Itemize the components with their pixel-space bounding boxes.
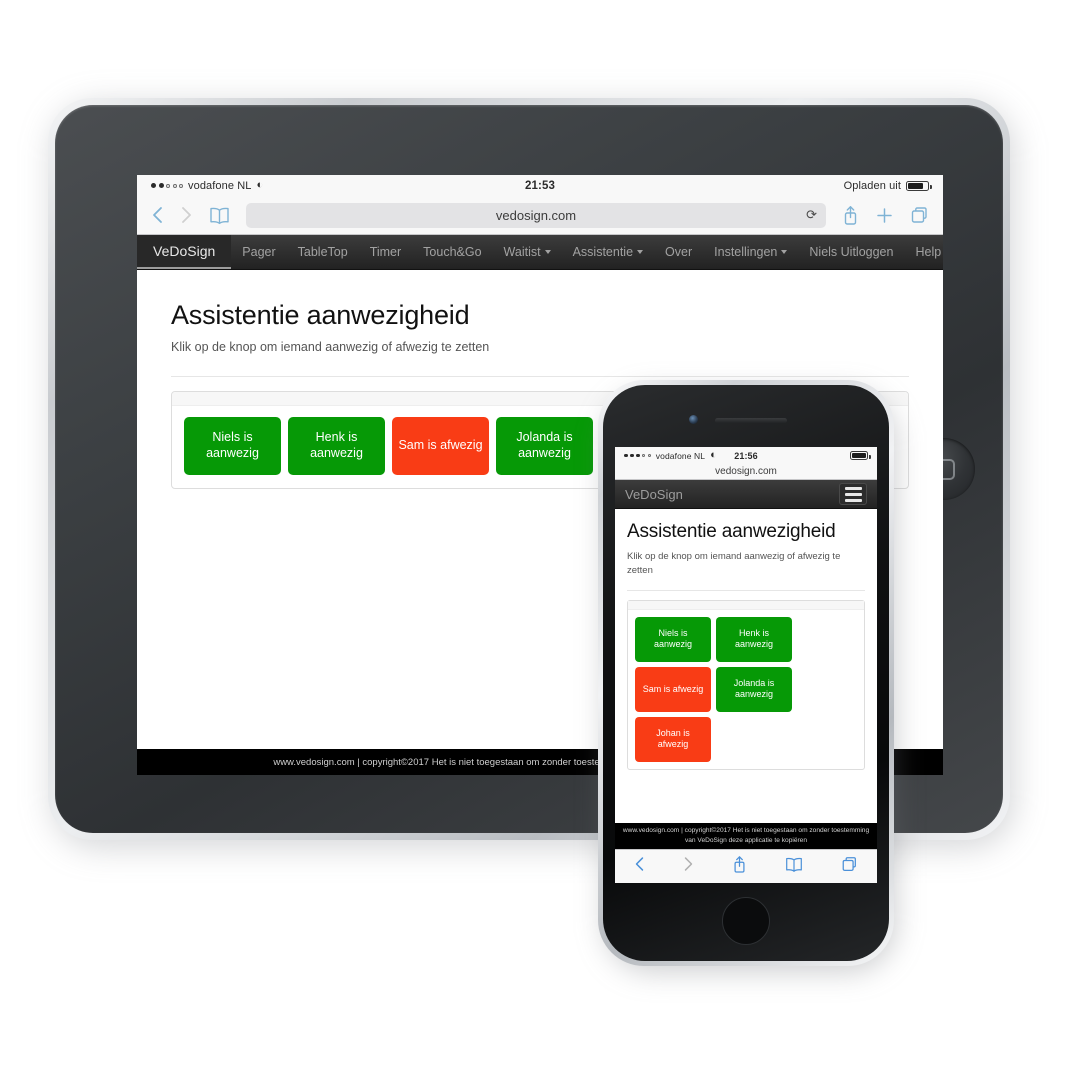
navbar-item-assistentie[interactable]: Assistentie (562, 235, 654, 269)
navbar-item-label: Waitist (503, 245, 541, 259)
share-icon[interactable] (842, 205, 859, 226)
navbar-item-niels-uitloggen[interactable]: Niels Uitloggen (798, 235, 904, 269)
battery-icon (850, 451, 871, 460)
navbar-brand[interactable]: VeDoSign (625, 487, 683, 502)
signal-dots-icon (624, 453, 651, 458)
navbar-item-help[interactable]: Help (904, 235, 943, 269)
forward-icon[interactable] (180, 205, 193, 225)
share-icon[interactable] (732, 855, 747, 879)
front-camera-icon (689, 415, 698, 424)
forward-icon[interactable] (683, 855, 694, 878)
wifi-icon: ◐ (710, 449, 717, 461)
status-right: Opladen uit (555, 179, 932, 192)
navbar-item-tabletop[interactable]: TableTop (287, 235, 359, 269)
navbar-item-label: Over (665, 245, 693, 259)
hamburger-icon[interactable] (839, 483, 867, 505)
presence-button-henk[interactable]: Henk is aanwezig (716, 616, 792, 662)
navbar-item-waitist[interactable]: Waitist (493, 235, 562, 269)
page-title: Assistentie aanwezigheid (171, 300, 470, 330)
navbar-item-label: Instellingen (714, 245, 778, 259)
safari-toolbar: vedosign.com ⟳ (137, 196, 943, 235)
presence-button-johan[interactable]: Johan is afwezig (635, 716, 711, 762)
navbar-item-label: TableTop (297, 245, 348, 259)
presence-button-sam[interactable]: Sam is afwezig (635, 666, 711, 712)
tablet-status-bar: vodafone NL ◐ 21:53 Opladen uit (137, 175, 943, 196)
wifi-icon: ◐ (256, 179, 264, 191)
presence-button-henk[interactable]: Henk is aanwezig (288, 417, 385, 475)
status-left: vodafone NL ◐ (151, 180, 525, 192)
phone-screen: vodafone NL ◐ 21:56 vedosign.com VeDoSig… (615, 447, 877, 883)
presence-button-sam[interactable]: Sam is afwezig (392, 417, 489, 475)
panel-header (628, 600, 864, 610)
navbar-brand[interactable]: VeDoSign (137, 235, 232, 269)
battery-icon (906, 180, 932, 191)
navbar-item-label: Help (915, 245, 942, 259)
bookmarks-icon[interactable] (785, 856, 803, 878)
phone-app-navbar: VeDoSign (615, 480, 877, 509)
chevron-down-icon (637, 250, 644, 254)
chevron-down-icon (544, 250, 551, 254)
phone-status-bar: vodafone NL ◐ 21:56 (615, 447, 877, 464)
url-bar[interactable]: vedosign.com ⟳ (246, 202, 826, 228)
navbar-item-label: Assistentie (572, 245, 634, 259)
navbar-item-instellingen[interactable]: Instellingen (703, 235, 798, 269)
phone-app-page: Assistentie aanwezigheid Klik op de knop… (615, 509, 877, 883)
navbar-item-label: Timer (369, 245, 402, 259)
navbar-item-label: Pager (242, 245, 276, 259)
presence-button-jolanda[interactable]: Jolanda is aanwezig (496, 417, 593, 475)
tabs-icon[interactable] (841, 856, 858, 878)
chevron-down-icon (781, 250, 788, 254)
phone-url-bar[interactable]: vedosign.com (615, 464, 877, 480)
carrier-label: vodafone NL (655, 450, 706, 461)
url-text: vedosign.com (495, 207, 577, 223)
back-icon[interactable] (634, 855, 645, 878)
app-navbar: VeDoSign Pager TableTop Timer Touch&Go Waiti… (137, 235, 943, 270)
page-lead: Klik op de knop om iemand aanwezig of af… (627, 551, 841, 577)
navbar-items: Pager TableTop Timer Touch&Go Waitist Assiste… (231, 235, 943, 269)
clock-label: 21:56 (734, 450, 758, 461)
navbar-item-pager[interactable]: Pager (231, 235, 286, 269)
navbar-item-touch-go[interactable]: Touch&Go (412, 235, 492, 269)
navbar-item-label: Niels Uitloggen (809, 245, 894, 259)
clock-label: 21:53 (525, 179, 555, 192)
bookmarks-icon[interactable] (209, 206, 230, 225)
page-divider (171, 376, 909, 377)
signal-dots-icon (151, 183, 183, 188)
page-footer: www.vedosign.com | copyright©2017 Het is… (615, 823, 877, 849)
url-text: vedosign.com (715, 466, 777, 477)
page-divider (627, 589, 865, 591)
back-icon[interactable] (151, 205, 164, 225)
phone-bezel: vodafone NL ◐ 21:56 vedosign.com VeDoSig… (603, 385, 889, 961)
battery-label: Opladen uit (843, 179, 902, 192)
presence-button-grid: Niels is aanwezig Henk is aanwezig Sam is … (628, 610, 864, 769)
phone-safari-toolbar (615, 849, 877, 883)
reload-icon[interactable]: ⟳ (806, 207, 817, 223)
presence-panel: Niels is aanwezig Henk is aanwezig Sam is … (627, 599, 865, 770)
phone-home-button[interactable] (722, 897, 770, 945)
phone-status-right (758, 451, 871, 460)
page-lead: Klik op de knop om iemand aanwezig of af… (171, 340, 490, 354)
navbar-item-over[interactable]: Over (654, 235, 703, 269)
navbar-item-label: Touch&Go (423, 245, 482, 259)
carrier-label: vodafone NL (188, 179, 252, 192)
tabs-icon[interactable] (910, 206, 929, 225)
phone-status-left: vodafone NL ◐ (624, 450, 734, 461)
earpiece-speaker (715, 418, 787, 423)
plus-icon[interactable] (875, 206, 894, 225)
page-title: Assistentie aanwezigheid (627, 521, 836, 542)
presence-button-niels[interactable]: Niels is aanwezig (184, 417, 281, 475)
phone-device: vodafone NL ◐ 21:56 vedosign.com VeDoSig… (598, 380, 894, 966)
navbar-item-timer[interactable]: Timer (359, 235, 412, 269)
screenshot-stage: vodafone NL ◐ 21:53 Opladen uit vedosign… (0, 0, 1075, 1075)
presence-button-jolanda[interactable]: Jolanda is aanwezig (716, 666, 792, 712)
presence-button-niels[interactable]: Niels is aanwezig (635, 616, 711, 662)
